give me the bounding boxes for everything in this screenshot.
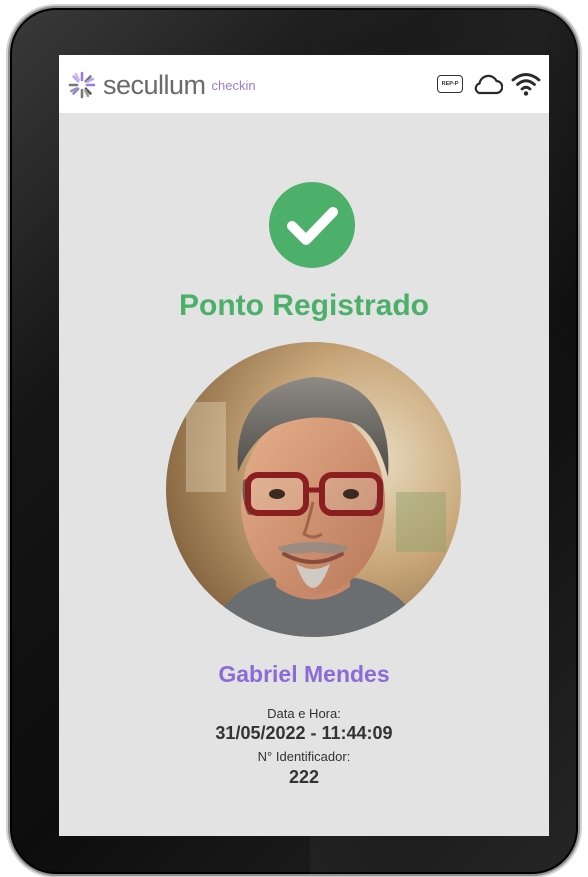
product-name: checkin xyxy=(211,78,256,93)
wifi-icon xyxy=(511,73,541,96)
tablet-frame: secullum checkin REP-P Ponto Registrado … xyxy=(10,8,578,874)
cloud-icon xyxy=(474,74,503,95)
employee-name: Gabriel Mendes xyxy=(218,661,390,687)
app-screen: secullum checkin REP-P Ponto Registrado … xyxy=(59,55,549,836)
header-bar: secullum checkin REP-P xyxy=(59,55,549,113)
identifier-label: N° Identificador: xyxy=(257,749,351,764)
app-logo: secullum checkin xyxy=(67,69,256,101)
brand-name: secullum xyxy=(103,70,206,100)
status-icons: REP-P xyxy=(437,71,541,97)
datetime-value: 31/05/2022 - 11:44:09 xyxy=(215,723,393,743)
secullum-logo-icon xyxy=(68,71,96,99)
status-title: Ponto Registrado xyxy=(178,289,429,322)
datetime-label: Data e Hora: xyxy=(267,706,341,721)
employee-portrait xyxy=(166,342,461,637)
rep-p-badge: REP-P xyxy=(437,75,463,93)
identifier-value: 222 xyxy=(288,767,320,787)
employee-photo xyxy=(166,342,461,637)
check-circle-icon xyxy=(269,182,355,268)
